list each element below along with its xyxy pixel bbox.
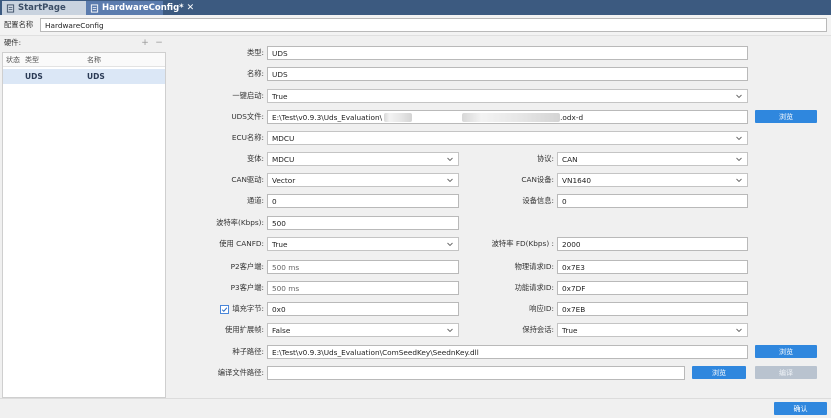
compile-button[interactable]: 编译 <box>755 366 817 379</box>
candriver-label: CAN驱动: <box>231 175 264 184</box>
chevron-down-icon <box>446 176 454 184</box>
tab-startpage-label: StartPage <box>18 3 66 13</box>
p2-field[interactable]: 500 ms <box>267 260 459 274</box>
tab-hardwareconfig[interactable]: HardwareConfig* ✕ <box>86 1 194 15</box>
extframe-value: False <box>272 325 291 335</box>
seedpath-label: 种子路径: <box>232 347 264 356</box>
p2-label: P2客户端: <box>230 262 264 271</box>
add-icon[interactable]: + <box>140 39 150 49</box>
respid-label: 响应ID: <box>529 304 554 313</box>
canfd-value: True <box>272 239 288 249</box>
p3-field[interactable]: 500 ms <box>267 281 459 295</box>
table-row[interactable]: UDS UDS <box>3 69 165 84</box>
candriver-select[interactable]: Vector <box>267 173 459 187</box>
baud-label: 波特率(Kbps): <box>216 218 264 227</box>
config-name-bar: 配置名称 HardwareConfig <box>0 15 831 36</box>
compilepath-browse-button[interactable]: 浏览 <box>692 366 746 379</box>
canfd-label: 使用 CANFD: <box>219 239 264 248</box>
variant-value: MDCU <box>272 154 295 164</box>
close-icon[interactable]: ✕ <box>187 3 195 13</box>
hardware-table-header: 状态 类型 名称 <box>3 53 165 67</box>
respid-field[interactable]: 0x7EB <box>557 302 748 316</box>
variant-label: 变体: <box>246 154 264 163</box>
protocol-select[interactable]: CAN <box>557 152 748 166</box>
name-field[interactable]: UDS <box>267 67 748 81</box>
fill-label: 填充字节: <box>232 304 264 313</box>
keepalive-value: True <box>562 325 578 335</box>
chevron-down-icon <box>446 326 454 334</box>
ecu-value: MDCU <box>272 133 295 143</box>
udsfile-label: UDS文件: <box>231 112 264 121</box>
row-name: UDS <box>87 72 105 81</box>
udsfile-path-prefix: E:\Test\v0.9.3\Uds_Evaluation\ <box>272 112 383 122</box>
column-name: 名称 <box>87 56 101 64</box>
baud-field[interactable]: 500 <box>267 216 459 230</box>
chevron-down-icon <box>735 92 743 100</box>
oneclick-select[interactable]: True <box>267 89 748 103</box>
fill-field[interactable]: 0x0 <box>267 302 459 316</box>
redacted-region <box>462 112 561 122</box>
chevron-down-icon <box>735 176 743 184</box>
confirm-button[interactable]: 确认 <box>774 402 827 415</box>
canfd-select[interactable]: True <box>267 237 459 251</box>
document-icon <box>6 3 15 13</box>
oneclick-label: 一键启动: <box>232 91 264 100</box>
redacted-region <box>384 112 413 122</box>
tab-startpage[interactable]: StartPage <box>2 1 86 15</box>
candriver-value: Vector <box>272 175 296 185</box>
chevron-down-icon <box>735 155 743 163</box>
column-status: 状态 <box>6 56 20 64</box>
fdbaud-field[interactable]: 2000 <box>557 237 748 251</box>
chevron-down-icon <box>735 134 743 142</box>
channel-field[interactable]: 0 <box>267 194 459 208</box>
compilepath-field[interactable] <box>267 366 685 380</box>
candevice-label: CAN设备: <box>521 175 554 184</box>
config-name-input[interactable]: HardwareConfig <box>40 18 827 32</box>
chevron-down-icon <box>446 155 454 163</box>
candevice-select[interactable]: VN1640 <box>557 173 748 187</box>
hardware-label: 硬件: <box>4 38 22 47</box>
type-field[interactable]: UDS <box>267 46 748 60</box>
candevice-value: VN1640 <box>562 175 592 185</box>
tab-hardwareconfig-label: HardwareConfig* <box>102 3 184 13</box>
funcid-field[interactable]: 0x7DF <box>557 281 748 295</box>
chevron-down-icon <box>735 326 743 334</box>
chevron-down-icon <box>446 240 454 248</box>
udsfile-browse-button[interactable]: 浏览 <box>755 110 817 123</box>
name-label: 名称: <box>246 69 264 78</box>
physid-label: 物理请求ID: <box>514 262 554 271</box>
remove-icon[interactable]: − <box>154 39 164 49</box>
tab-strip: StartPage HardwareConfig* ✕ <box>0 0 831 15</box>
document-icon <box>90 3 99 13</box>
deviceinfo-field[interactable]: 0 <box>557 194 748 208</box>
ecu-select[interactable]: MDCU <box>267 131 748 145</box>
protocol-value: CAN <box>562 154 578 164</box>
extframe-select[interactable]: False <box>267 323 459 337</box>
p3-label: P3客户端: <box>230 283 264 292</box>
compilepath-label: 编译文件路径: <box>217 368 264 377</box>
oneclick-value: True <box>272 91 288 101</box>
ecu-label: ECU名称: <box>231 133 264 142</box>
column-type: 类型 <box>25 56 39 64</box>
funcid-label: 功能请求ID: <box>514 283 554 292</box>
udsfile-field[interactable]: E:\Test\v0.9.3\Uds_Evaluation\ .odx-d <box>267 110 748 124</box>
properties-panel: 类型: UDS 名称: UDS 一键启动: True UDS文件: E:\Tes… <box>170 38 830 398</box>
bottom-bar: 确认 <box>0 398 831 418</box>
physid-field[interactable]: 0x7E3 <box>557 260 748 274</box>
extframe-label: 使用扩展帧: <box>225 325 264 334</box>
config-name-label: 配置名称 <box>4 20 34 29</box>
hardware-list: 状态 类型 名称 UDS UDS <box>2 52 166 398</box>
keepalive-select[interactable]: True <box>557 323 748 337</box>
keepalive-label: 保持会话: <box>522 325 554 334</box>
deviceinfo-label: 设备信息: <box>522 196 554 205</box>
udsfile-path-suffix: .odx-d <box>560 112 584 122</box>
seedpath-browse-button[interactable]: 浏览 <box>755 345 817 358</box>
seedpath-field[interactable]: E:\Test\v0.9.3\Uds_Evaluation\ComSeedKey… <box>267 345 748 359</box>
fdbaud-label: 波特率 FD(Kbps) : <box>491 239 554 248</box>
type-label: 类型: <box>246 48 264 57</box>
variant-select[interactable]: MDCU <box>267 152 459 166</box>
channel-label: 通道: <box>246 196 264 205</box>
protocol-label: 协议: <box>536 154 554 163</box>
row-type: UDS <box>25 72 43 81</box>
